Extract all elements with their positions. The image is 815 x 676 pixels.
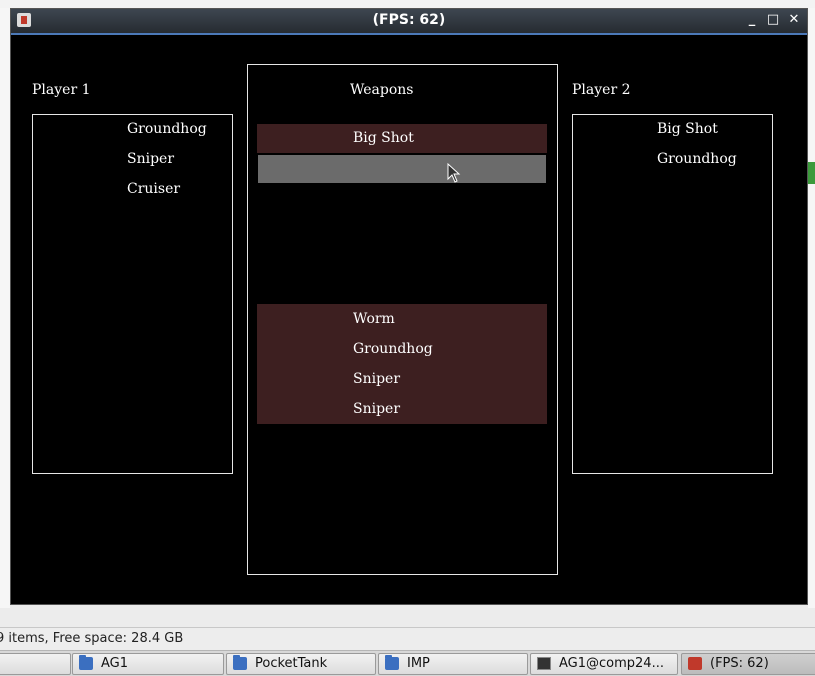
player1-label: Player 1: [32, 82, 91, 98]
taskbar-item-blank[interactable]: [0, 653, 71, 675]
player2-label: Player 2: [572, 82, 631, 98]
window-titlebar[interactable]: (FPS: 62) _ □ ✕: [11, 9, 807, 33]
selected-weapon-row[interactable]: Big Shot: [257, 124, 547, 153]
available-weapons-list: Worm Groundhog Sniper Sniper: [257, 304, 547, 424]
folder-icon: [79, 655, 93, 670]
taskbar-item-terminal[interactable]: AG1@comp24...: [530, 653, 678, 675]
maximize-button[interactable]: □: [764, 11, 782, 29]
taskbar-item-imp[interactable]: IMP: [378, 653, 528, 675]
available-weapon-item[interactable]: Groundhog: [353, 341, 433, 357]
player1-weapon-item[interactable]: Sniper: [127, 151, 174, 167]
taskbar-item-label: PocketTank: [255, 656, 328, 671]
terminal-icon: [537, 657, 551, 670]
player1-weapon-item[interactable]: Cruiser: [127, 181, 180, 197]
available-weapon-item[interactable]: Sniper: [353, 371, 400, 387]
window-title: (FPS: 62): [372, 12, 446, 28]
minimize-button[interactable]: _: [743, 11, 761, 29]
background-green-element: [808, 162, 815, 184]
close-button[interactable]: ✕: [785, 11, 803, 29]
weapons-label: Weapons: [350, 82, 414, 98]
taskbar-item-label: IMP: [407, 656, 430, 671]
available-weapon-item[interactable]: Sniper: [353, 401, 400, 417]
java-icon: [688, 657, 702, 670]
player2-weapon-panel: Big Shot Groundhog: [572, 114, 773, 474]
game-canvas[interactable]: Player 1 Groundhog Sniper Cruiser Weapon…: [11, 35, 807, 604]
background-menubar: [0, 0, 815, 8]
taskbar-item-game[interactable]: (FPS: 62): [681, 653, 815, 675]
player1-weapon-panel: Groundhog Sniper Cruiser: [32, 114, 233, 474]
folder-icon: [385, 655, 399, 670]
taskbar-item-label: AG1@comp24...: [559, 656, 664, 671]
taskbar-item-label: AG1: [101, 656, 129, 671]
player2-weapon-item[interactable]: Big Shot: [657, 121, 718, 137]
taskbar-item-label: (FPS: 62): [710, 656, 769, 671]
player2-weapon-item[interactable]: Groundhog: [657, 151, 737, 167]
status-text: 9 items, Free space: 28.4 GB: [0, 631, 184, 646]
taskbar: AG1 PocketTank IMP AG1@comp24... (FPS: 6…: [0, 650, 815, 676]
file-manager-status-bar: 9 items, Free space: 28.4 GB: [0, 627, 815, 650]
mouse-cursor-icon: [447, 163, 461, 183]
background-window-right: [808, 8, 815, 608]
empty-weapon-slot[interactable]: [258, 155, 546, 183]
taskbar-item-ag1[interactable]: AG1: [72, 653, 224, 675]
available-weapon-item[interactable]: Worm: [353, 311, 395, 327]
weapons-panel: Weapons Big Shot Worm Groundhog Sniper S…: [247, 64, 558, 575]
folder-icon: [233, 655, 247, 670]
background-window-left: [0, 8, 10, 608]
selected-weapon-item[interactable]: Big Shot: [353, 130, 414, 146]
game-window: (FPS: 62) _ □ ✕ Player 1 Groundhog Snipe…: [10, 8, 808, 605]
player1-weapon-item[interactable]: Groundhog: [127, 121, 207, 137]
taskbar-item-pockettank[interactable]: PocketTank: [226, 653, 376, 675]
